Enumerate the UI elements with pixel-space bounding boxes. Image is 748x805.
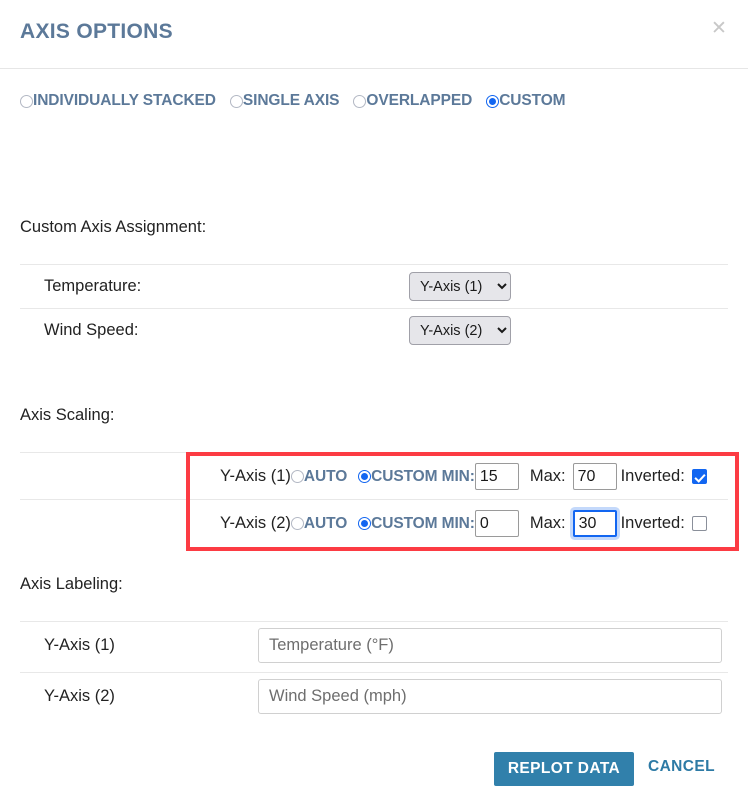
close-icon[interactable]: ✕ — [708, 18, 730, 40]
radio-individually-stacked-icon[interactable] — [20, 94, 33, 108]
page-title: AXIS OPTIONS — [20, 20, 173, 43]
dialog-footer: REPLOT DATA CANCEL — [0, 745, 748, 805]
radio-custom-icon[interactable] — [486, 94, 500, 108]
mode-option-label: INDIVIDUALLY STACKED — [33, 92, 216, 109]
label-input-y-axis-1[interactable] — [258, 628, 722, 663]
mode-option-custom[interactable]: CUSTOM — [486, 92, 566, 110]
assignment-row-temperature: Temperature: Y-Axis (1) — [20, 264, 728, 308]
section-heading-labeling: Axis Labeling: — [20, 575, 123, 593]
cancel-button[interactable]: CANCEL — [648, 758, 715, 776]
scaling-highlight-box — [186, 452, 739, 551]
labeling-row-y-axis-2: Y-Axis (2) — [20, 672, 728, 723]
axis-select-wind-speed[interactable]: Y-Axis (2) — [409, 316, 511, 345]
dialog-header: AXIS OPTIONS ✕ — [0, 0, 748, 69]
mode-option-overlapped[interactable]: OVERLAPPED — [353, 92, 472, 110]
replot-data-button[interactable]: REPLOT DATA — [494, 752, 634, 786]
axis-select-temperature[interactable]: Y-Axis (1) — [409, 272, 511, 301]
labeling-row-label: Y-Axis (2) — [44, 687, 115, 705]
assignment-row-wind-speed: Wind Speed: Y-Axis (2) — [20, 308, 728, 352]
radio-overlapped-icon[interactable] — [353, 94, 367, 108]
mode-option-individually-stacked[interactable]: INDIVIDUALLY STACKED — [20, 92, 216, 110]
radio-single-axis-icon[interactable] — [229, 94, 243, 108]
labeling-row-label: Y-Axis (1) — [44, 636, 115, 654]
section-heading-scaling: Axis Scaling: — [20, 406, 115, 424]
assignment-row-label: Temperature: — [44, 277, 142, 295]
mode-option-label: CUSTOM — [499, 92, 566, 109]
section-heading-assignment: Custom Axis Assignment: — [20, 218, 207, 236]
mode-option-label: SINGLE AXIS — [242, 92, 340, 109]
labeling-row-y-axis-1: Y-Axis (1) — [20, 621, 728, 672]
label-input-y-axis-2[interactable] — [258, 679, 722, 714]
mode-option-label: OVERLAPPED — [366, 92, 473, 109]
axis-mode-radio-group: INDIVIDUALLY STACKED SINGLE AXIS OVERLAP… — [20, 92, 566, 110]
mode-option-single-axis[interactable]: SINGLE AXIS — [229, 92, 340, 110]
assignment-row-label: Wind Speed: — [44, 321, 139, 339]
